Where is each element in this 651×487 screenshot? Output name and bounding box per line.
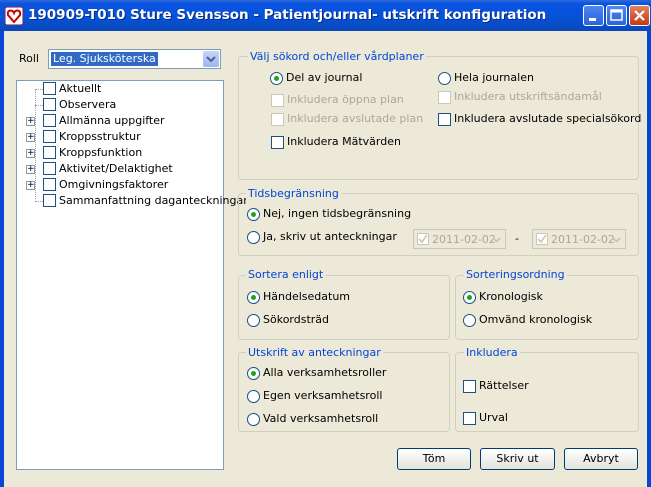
search-term-group-title: Välj sökord och/eller vårdplaner	[248, 50, 426, 63]
search-term-tree-radio[interactable]	[247, 314, 260, 327]
print-button[interactable]: Skriv ut	[480, 448, 555, 470]
maximize-button[interactable]	[606, 5, 627, 26]
window-title: 190909-T010 Sture Svensson - Patientjour…	[28, 7, 547, 23]
to-date-checkbox[interactable]	[536, 233, 548, 245]
to-date-picker[interactable]: 2011-02-02	[532, 229, 626, 249]
sort-by-group	[238, 275, 450, 340]
from-date-checkbox[interactable]	[417, 233, 429, 245]
expand-icon[interactable]: +	[26, 133, 35, 142]
sort-order-group	[455, 275, 639, 340]
all-roles-radio[interactable]	[247, 367, 260, 380]
event-date-label: Händelsedatum	[263, 290, 351, 303]
tree-item-label: Aktivitet/Delaktighet	[59, 162, 173, 175]
app-heart-icon	[5, 7, 23, 25]
tree-checkbox[interactable]	[43, 82, 56, 95]
checkmark-icon	[418, 234, 428, 244]
include-closed-special-terms-label: Inkludera avslutade specialsökord	[454, 112, 642, 125]
tree-checkbox[interactable]	[43, 146, 56, 159]
chevron-down-icon[interactable]	[610, 233, 623, 246]
clear-button[interactable]: Töm	[397, 448, 471, 470]
tree-checkbox[interactable]	[43, 162, 56, 175]
minimize-button[interactable]	[583, 5, 604, 26]
maximize-icon	[610, 9, 623, 21]
tree-checkbox[interactable]	[43, 98, 56, 111]
tree-item-label: Sammanfattning daganteckningar	[59, 194, 248, 207]
reverse-chronological-radio[interactable]	[463, 314, 476, 327]
all-roles-label: Alla verksamhetsroller	[263, 366, 387, 379]
roll-select[interactable]: Leg. Sjuksköterska	[48, 49, 221, 69]
tree-item-label: Aktuellt	[59, 82, 102, 95]
no-time-limit-radio[interactable]	[247, 208, 260, 221]
from-date-picker[interactable]: 2011-02-02	[413, 229, 506, 249]
tree-checkbox[interactable]	[43, 114, 56, 127]
time-limit-group-title: Tidsbegränsning	[246, 187, 341, 200]
include-print-purpose-checkbox[interactable]	[438, 91, 451, 104]
tree-line	[35, 105, 43, 106]
tree-item-label: Kroppsfunktion	[59, 146, 143, 159]
tree-line	[35, 89, 43, 90]
event-date-radio[interactable]	[247, 291, 260, 304]
close-button[interactable]	[629, 5, 650, 26]
window-frame-right	[647, 31, 651, 487]
tree-item-label: Observera	[59, 98, 117, 111]
roll-label: Roll	[19, 52, 39, 65]
include-closed-plan-checkbox[interactable]	[271, 113, 284, 126]
to-date-value: 2011-02-02	[551, 233, 615, 246]
expand-icon[interactable]: +	[26, 165, 35, 174]
print-notes-group-title: Utskrift av anteckningar	[246, 346, 383, 359]
corrections-checkbox[interactable]	[463, 380, 476, 393]
search-term-tree-label: Sökordsträd	[263, 313, 330, 326]
reverse-chronological-label: Omvänd kronologisk	[479, 313, 593, 326]
include-open-plan-checkbox[interactable]	[271, 94, 284, 107]
part-of-journal-radio[interactable]	[270, 72, 283, 85]
close-icon	[634, 10, 645, 21]
include-closed-plan-label: Inkludera avslutade plan	[287, 112, 424, 125]
include-print-purpose-label: Inkludera utskriftsändamål	[454, 90, 602, 103]
sort-order-group-title: Sorteringsordning	[464, 268, 567, 281]
sort-by-group-title: Sortera enligt	[246, 268, 326, 281]
include-open-plan-label: Inkludera öppna plan	[287, 93, 404, 106]
selection-checkbox[interactable]	[463, 412, 476, 425]
tree-checkbox[interactable]	[43, 178, 56, 191]
roll-selected-value: Leg. Sjuksköterska	[51, 52, 158, 66]
chronological-radio[interactable]	[463, 291, 476, 304]
own-role-radio[interactable]	[247, 390, 260, 403]
tree-checkbox[interactable]	[43, 194, 56, 207]
tree-item-label: Allmänna uppgifter	[59, 114, 165, 127]
own-role-label: Egen verksamhetsroll	[263, 389, 383, 402]
selection-label: Urval	[479, 411, 508, 424]
tree-item-label: Omgivningsfaktorer	[59, 178, 169, 191]
time-limit-radio[interactable]	[247, 231, 260, 244]
include-group-title: Inkludera	[464, 346, 520, 359]
date-range-dash: -	[515, 232, 519, 245]
from-date-value: 2011-02-02	[432, 233, 496, 246]
chevron-down-icon	[206, 56, 216, 63]
selected-role-radio[interactable]	[247, 413, 260, 426]
include-closed-special-terms-checkbox[interactable]	[438, 113, 451, 126]
search-term-tree[interactable]: Aktuellt Observera + Allmänna uppgifter …	[16, 80, 248, 470]
whole-journal-label: Hela journalen	[454, 71, 534, 84]
cancel-button[interactable]: Avbryt	[564, 448, 638, 470]
expand-icon[interactable]: +	[26, 181, 35, 190]
no-time-limit-label: Nej, ingen tidsbegränsning	[263, 207, 412, 220]
chevron-down-icon[interactable]	[490, 233, 503, 246]
corrections-label: Rättelser	[479, 379, 529, 392]
tree-item-label: Kroppsstruktur	[59, 130, 141, 143]
minimize-icon	[589, 18, 596, 21]
selected-role-label: Vald verksamhetsroll	[263, 412, 379, 425]
include-measurements-checkbox[interactable]	[271, 136, 284, 149]
expand-icon[interactable]: +	[26, 149, 35, 158]
whole-journal-radio[interactable]	[438, 72, 451, 85]
part-of-journal-label: Del av journal	[286, 71, 363, 84]
tree-checkbox[interactable]	[43, 130, 56, 143]
chronological-label: Kronologisk	[479, 290, 543, 303]
tree-line	[35, 201, 43, 202]
include-measurements-label: Inkludera Mätvärden	[287, 135, 401, 148]
time-limit-label: Ja, skriv ut anteckningar	[263, 230, 397, 243]
checkmark-icon	[537, 234, 547, 244]
window-frame-left	[0, 31, 4, 487]
dropdown-button[interactable]	[203, 51, 219, 67]
expand-icon[interactable]: +	[26, 117, 35, 126]
